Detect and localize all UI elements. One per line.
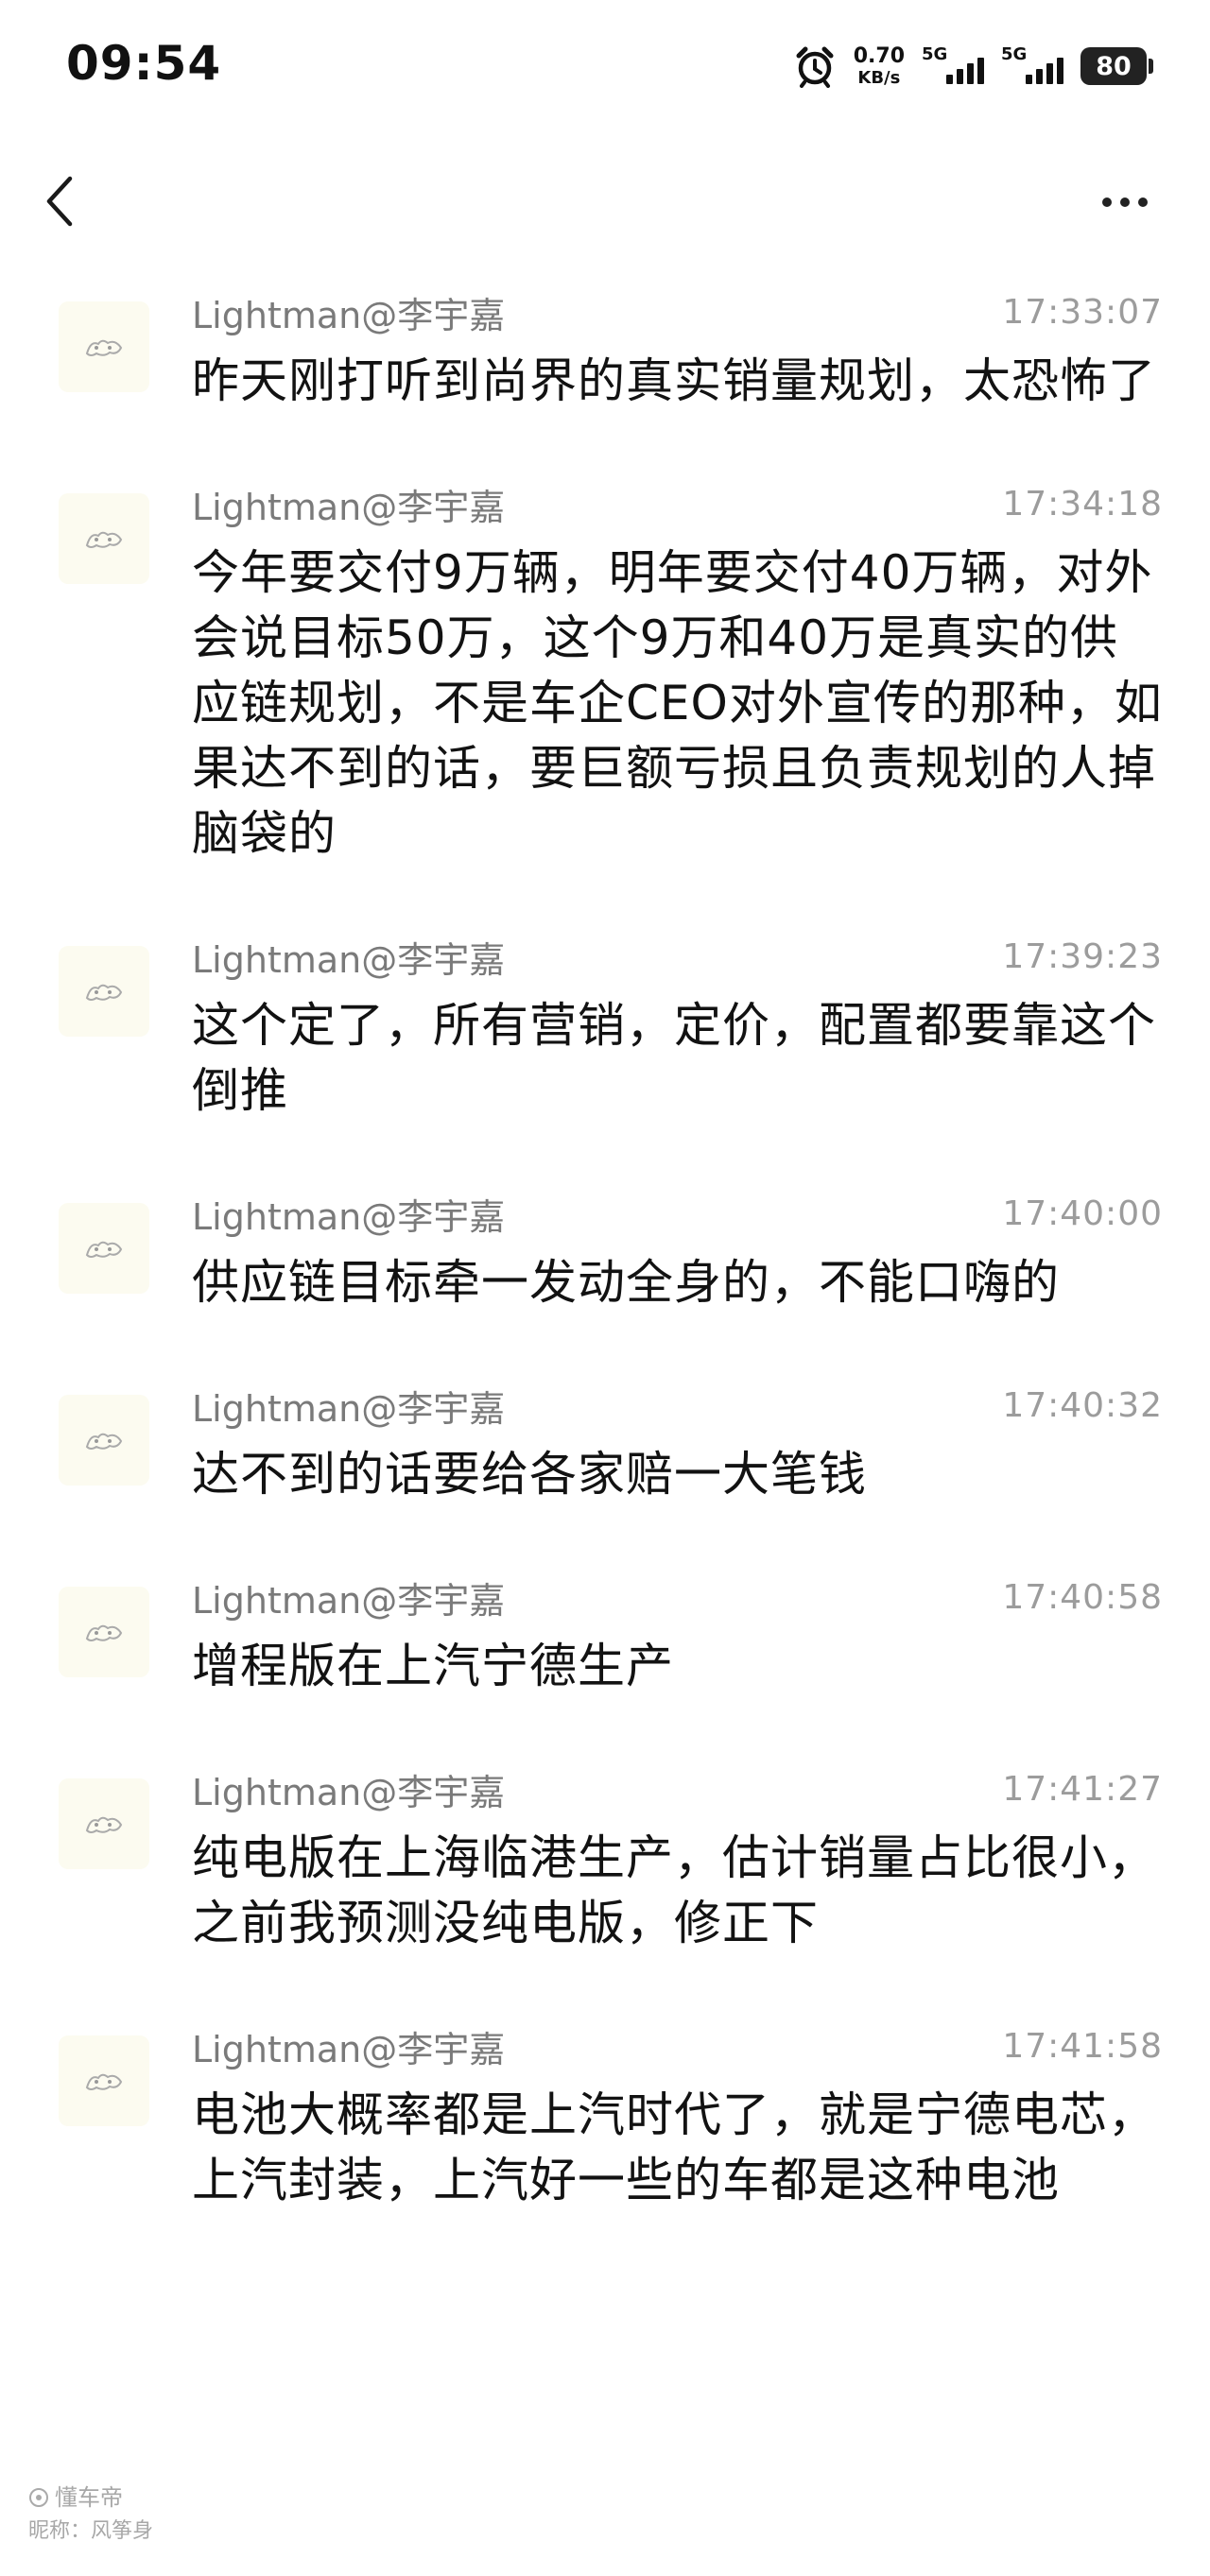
- message-text: 增程版在上汽宁德生产: [192, 1639, 674, 1693]
- message-time: 17:34:18: [1002, 484, 1163, 524]
- battery-level: 80: [1080, 47, 1147, 85]
- nav-bar: [0, 151, 1210, 255]
- list-item[interactable]: Lightman@李宇嘉 17:33:07 昨天刚打听到尚界的真实销量规划，太恐…: [0, 288, 1210, 414]
- status-icons: 0.70 KB/s 5G 5G 80: [793, 40, 1153, 93]
- avatar[interactable]: [59, 301, 149, 392]
- brand-logo-icon: [29, 2488, 48, 2507]
- net-speed: 0.70 KB/s: [853, 43, 905, 88]
- sender-name: Lightman@李宇嘉: [192, 1387, 506, 1430]
- list-item[interactable]: Lightman@李宇嘉 17:41:58 电池大概率都是上汽时代了，就是宁德电…: [0, 2022, 1210, 2213]
- avatar[interactable]: [59, 1203, 149, 1294]
- sender-name: Lightman@李宇嘉: [192, 1579, 506, 1622]
- net-speed-value: 0.70: [853, 43, 905, 68]
- list-item[interactable]: Lightman@李宇嘉 17:34:18 今年要交付9万辆，明年要交付40万辆…: [0, 480, 1210, 867]
- avatar[interactable]: [59, 946, 149, 1037]
- brand-logo: 懂车帝: [28, 2481, 153, 2515]
- avatar[interactable]: [59, 1778, 149, 1869]
- message-time: 17:40:00: [1002, 1194, 1163, 1233]
- message-text: 今年要交付9万辆，明年要交付40万辆，对外会说目标50万，这个9万和40万是真实…: [192, 545, 1163, 861]
- sender-name: Lightman@李宇嘉: [192, 1195, 506, 1238]
- sim2-label: 5G: [1001, 44, 1028, 64]
- list-item[interactable]: Lightman@李宇嘉 17:40:32 达不到的话要给各家赔一大笔钱: [0, 1382, 1210, 1507]
- avatar[interactable]: [59, 493, 149, 584]
- sim1-label: 5G: [922, 44, 948, 64]
- message-text: 纯电版在上海临港生产，估计销量占比很小，之前我预测没纯电版，修正下: [192, 1830, 1156, 1950]
- sender-name: Lightman@李宇嘉: [192, 2028, 506, 2070]
- message-text: 达不到的话要给各家赔一大笔钱: [192, 1447, 867, 1502]
- list-item[interactable]: Lightman@李宇嘉 17:41:27 纯电版在上海临港生产，估计销量占比很…: [0, 1765, 1210, 1956]
- nickname: 昵称：风筝身: [28, 2519, 154, 2543]
- message-time: 17:41:58: [1002, 2026, 1163, 2066]
- message-time: 17:40:32: [1002, 1385, 1163, 1425]
- message-list: Lightman@李宇嘉 17:33:07 昨天刚打听到尚界的真实销量规划，太恐…: [0, 288, 1210, 2213]
- message-text: 这个定了，所有营销，定价，配置都要靠这个倒推: [192, 998, 1156, 1118]
- alarm-icon: [793, 44, 837, 88]
- net-speed-unit: KB/s: [857, 67, 901, 88]
- watermark: 懂车帝 昵称：风筝身: [28, 2481, 153, 2549]
- avatar[interactable]: [59, 1395, 149, 1485]
- message-time: 17:39:23: [1002, 936, 1163, 976]
- sender-name: Lightman@李宇嘉: [192, 1771, 506, 1813]
- more-dots-icon[interactable]: [1087, 174, 1163, 231]
- battery-icon: 80: [1080, 47, 1153, 85]
- sender-name: Lightman@李宇嘉: [192, 294, 506, 336]
- message-text: 昨天刚打听到尚界的真实销量规划，太恐怖了: [192, 353, 1156, 408]
- list-item[interactable]: Lightman@李宇嘉 17:40:00 供应链目标牵一发动全身的，不能口嗨的: [0, 1190, 1210, 1315]
- back-arrow-icon[interactable]: [34, 168, 87, 234]
- message-time: 17:40:58: [1002, 1577, 1163, 1617]
- message-time: 17:41:27: [1002, 1769, 1163, 1809]
- message-text: 供应链目标牵一发动全身的，不能口嗨的: [192, 1255, 1060, 1310]
- list-item[interactable]: Lightman@李宇嘉 17:39:23 这个定了，所有营销，定价，配置都要靠…: [0, 933, 1210, 1124]
- sender-name: Lightman@李宇嘉: [192, 486, 506, 528]
- message-time: 17:33:07: [1002, 292, 1163, 332]
- list-item[interactable]: Lightman@李宇嘉 17:40:58 增程版在上汽宁德生产: [0, 1573, 1210, 1699]
- sender-name: Lightman@李宇嘉: [192, 938, 506, 981]
- status-bar: 09:54 0.70 KB/s 5G 5G 80: [0, 0, 1210, 132]
- signal-icon: 5G: [1001, 43, 1063, 90]
- status-time: 09:54: [66, 36, 222, 91]
- brand-name: 懂车帝: [55, 2484, 123, 2511]
- avatar[interactable]: [59, 1587, 149, 1677]
- signal-icon: 5G: [922, 43, 984, 90]
- message-text: 电池大概率都是上汽时代了，就是宁德电芯，上汽封装，上汽好一些的车都是这种电池: [192, 2087, 1156, 2207]
- avatar[interactable]: [59, 2035, 149, 2126]
